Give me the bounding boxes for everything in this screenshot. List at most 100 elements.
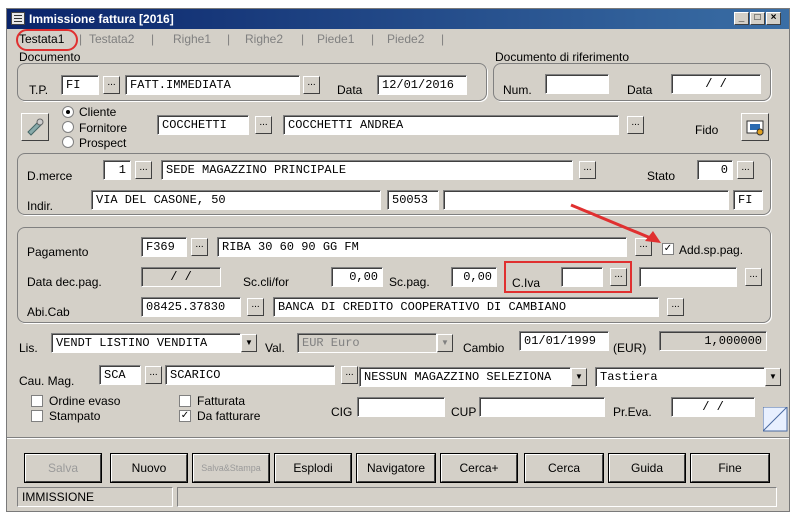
- input-mode-dropdown-icon[interactable]: ▼: [765, 368, 781, 386]
- cau-mag-desc-lookup-button[interactable]: ...: [341, 366, 358, 384]
- rif-num-field[interactable]: [545, 74, 609, 94]
- fido-button[interactable]: [741, 113, 769, 141]
- indir-field[interactable]: VIA DEL CASONE, 50: [91, 190, 381, 210]
- magazzino-select[interactable]: NESSUN MAGAZZINO SELEZIONA: [359, 367, 571, 387]
- invoice-window: Immissione fattura [2016] _ □ × Testata1…: [6, 8, 790, 512]
- annotation-arrow-icon: [570, 203, 661, 243]
- rif-data-label: Data: [627, 83, 653, 97]
- window-title: Immissione fattura [2016]: [29, 12, 174, 26]
- salva-button[interactable]: Salva: [24, 453, 102, 483]
- tab-highlight-annotation: [16, 29, 78, 51]
- tab-righe2[interactable]: Righe2: [245, 32, 283, 46]
- sc-pag-field[interactable]: 0,00: [451, 267, 497, 287]
- cerca-button[interactable]: Cerca: [524, 453, 604, 483]
- cap-field[interactable]: 50053: [387, 190, 439, 210]
- rif-num-label: Num.: [503, 83, 532, 97]
- tp-desc-lookup-button[interactable]: ...: [303, 76, 320, 94]
- minimize-button[interactable]: _: [734, 12, 749, 25]
- cau-mag-code-field[interactable]: SCA: [99, 365, 141, 385]
- data-field[interactable]: 12/01/2016: [377, 75, 467, 95]
- abicab-label: Abi.Cab: [27, 305, 70, 319]
- cliente-name-lookup-button[interactable]: ...: [627, 116, 644, 134]
- tab-testata2[interactable]: Testata2: [89, 32, 134, 46]
- corner-fold-icon: [763, 407, 788, 432]
- cliente-code-field[interactable]: COCCHETTI: [157, 115, 249, 135]
- nuovo-button[interactable]: Nuovo: [110, 453, 188, 483]
- cup-field[interactable]: [479, 397, 605, 417]
- radio-fornitore[interactable]: [62, 121, 74, 133]
- sc-pag-label: Sc.pag.: [389, 275, 430, 289]
- tab-piede2[interactable]: Piede2: [387, 32, 424, 46]
- val-label: Val.: [265, 341, 285, 355]
- listino-dropdown-icon[interactable]: ▼: [241, 334, 257, 352]
- fine-button[interactable]: Fine: [690, 453, 770, 483]
- ordine-evaso-checkbox[interactable]: [31, 395, 43, 407]
- cliente-lookup-button[interactable]: ...: [255, 116, 272, 134]
- civa-highlight-annotation: [504, 261, 632, 293]
- magazzino-dropdown-icon[interactable]: ▼: [571, 368, 587, 386]
- cambio-currency-label: (EUR): [613, 341, 647, 355]
- tp-label: T.P.: [29, 83, 49, 97]
- radio-prospect-label: Prospect: [79, 136, 127, 150]
- dmerce-code-field[interactable]: 1: [103, 160, 131, 180]
- title-bar: Immissione fattura [2016] _ □ ×: [7, 9, 789, 29]
- maximize-button[interactable]: □: [750, 12, 765, 25]
- banca-field: BANCA DI CREDITO COOPERATIVO DI CAMBIANO: [273, 297, 659, 317]
- cig-field[interactable]: [357, 397, 445, 417]
- cambio-value-field: 1,000000: [659, 331, 767, 351]
- preva-field[interactable]: / /: [671, 397, 755, 417]
- stato-lookup-button[interactable]: ...: [737, 161, 754, 179]
- data-label: Data: [337, 83, 363, 97]
- salva-stampa-button[interactable]: Salva&Stampa: [192, 453, 270, 483]
- lis-label: Lis.: [19, 341, 38, 355]
- indir-label: Indir.: [27, 199, 54, 213]
- dmerce-desc-lookup-button[interactable]: ...: [579, 161, 596, 179]
- stato-label: Stato: [647, 169, 676, 183]
- listino-select[interactable]: VENDT LISTINO VENDITA: [51, 333, 241, 353]
- input-mode-select[interactable]: Tastiera: [595, 367, 765, 387]
- ordine-evaso-label: Ordine evaso: [49, 394, 121, 408]
- radio-cliente[interactable]: [62, 106, 74, 118]
- dmerce-lookup-button[interactable]: ...: [135, 161, 152, 179]
- sc-clifor-field[interactable]: 0,00: [331, 267, 383, 287]
- divider: [7, 437, 789, 439]
- stato-field[interactable]: 0: [697, 160, 733, 180]
- abicab-lookup-button[interactable]: ...: [247, 298, 264, 316]
- tab-righe1[interactable]: Righe1: [173, 32, 211, 46]
- pagamento-code-field[interactable]: F369: [141, 237, 187, 257]
- status-mode: IMMISSIONE: [17, 487, 173, 507]
- stampato-checkbox[interactable]: [31, 410, 43, 422]
- civa-desc-field: [639, 267, 737, 287]
- civa-desc-lookup-button[interactable]: ...: [745, 268, 762, 286]
- navigatore-button[interactable]: Navigatore: [356, 453, 436, 483]
- riferimento-group-label: Documento di riferimento: [495, 50, 630, 64]
- fatturata-checkbox[interactable]: [179, 395, 191, 407]
- tp-lookup-button[interactable]: ...: [103, 76, 120, 94]
- cambio-date-field[interactable]: 01/01/1999: [519, 331, 609, 351]
- rif-data-field[interactable]: / /: [671, 74, 761, 94]
- banca-lookup-button[interactable]: ...: [667, 298, 684, 316]
- anagrafica-tool-icon[interactable]: [21, 113, 49, 141]
- tp-field[interactable]: FI: [61, 75, 99, 95]
- prov-field[interactable]: FI: [733, 190, 763, 210]
- tp-description-field: FATT.IMMEDIATA: [125, 75, 300, 95]
- data-dec-pag-label: Data dec.pag.: [27, 275, 102, 289]
- radio-fornitore-label: Fornitore: [79, 121, 128, 135]
- add-sp-pag-label: Add.sp.pag.: [679, 243, 744, 257]
- preva-label: Pr.Eva.: [613, 405, 652, 419]
- valuta-dropdown-icon: ▼: [437, 334, 453, 352]
- cau-mag-lookup-button[interactable]: ...: [145, 366, 162, 384]
- radio-prospect[interactable]: [62, 136, 74, 148]
- cig-label: CIG: [331, 405, 353, 419]
- abicab-field[interactable]: 08425.37830: [141, 297, 241, 317]
- guida-button[interactable]: Guida: [608, 453, 686, 483]
- dmerce-label: D.merce: [27, 169, 73, 183]
- valuta-select: EUR Euro: [297, 333, 437, 353]
- cerca-plus-button[interactable]: Cerca+: [440, 453, 518, 483]
- esplodi-button[interactable]: Esplodi: [274, 453, 352, 483]
- close-button[interactable]: ×: [766, 12, 781, 25]
- tab-piede1[interactable]: Piede1: [317, 32, 354, 46]
- da-fatturare-checkbox[interactable]: ✓: [179, 410, 191, 422]
- stampato-label: Stampato: [49, 409, 101, 423]
- pagamento-lookup-button[interactable]: ...: [191, 238, 208, 256]
